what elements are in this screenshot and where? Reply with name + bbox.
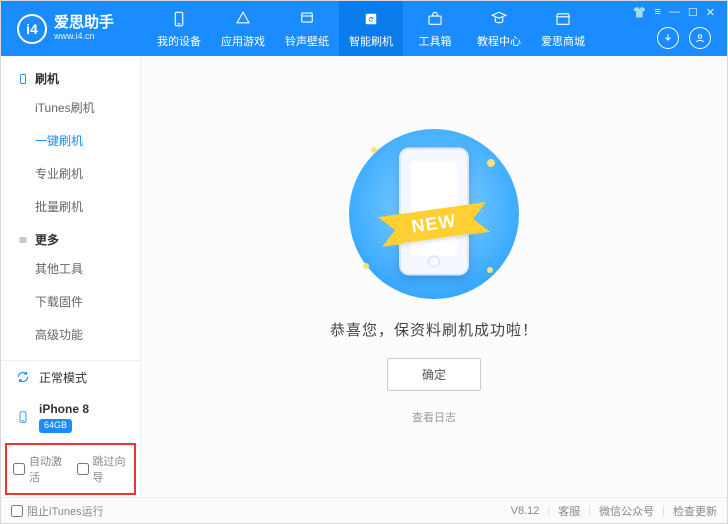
close-icon[interactable]: ✕ <box>706 6 715 19</box>
nav-my-device[interactable]: 我的设备 <box>147 1 211 56</box>
sidebar-section-more: 更多 <box>1 223 140 252</box>
phone-icon <box>170 9 188 29</box>
toolbox-icon <box>426 9 444 29</box>
success-illustration: NEW <box>349 129 519 299</box>
sidebar-item-batch[interactable]: 批量刷机 <box>1 190 140 223</box>
download-icon[interactable] <box>657 27 679 49</box>
sidebar-item-oneclick[interactable]: 一键刷机 <box>1 124 140 157</box>
app-header: i4 爱思助手 www.i4.cn 我的设备 应用游戏 铃声壁纸 智能刷机 工具… <box>1 1 727 56</box>
sidebar: 刷机 iTunes刷机 一键刷机 专业刷机 批量刷机 更多 其他工具 下载固件 … <box>1 56 141 497</box>
refresh-icon <box>15 369 31 385</box>
brand-url: www.i4.cn <box>54 32 114 42</box>
nav-tutorials[interactable]: 教程中心 <box>467 1 531 56</box>
logo: i4 爱思助手 www.i4.cn <box>7 14 147 44</box>
mode-status[interactable]: 正常模式 <box>1 361 140 394</box>
top-nav: 我的设备 应用游戏 铃声壁纸 智能刷机 工具箱 教程中心 爱思商城 <box>147 1 627 56</box>
version-label: V8.12 <box>511 505 540 517</box>
sidebar-item-other[interactable]: 其他工具 <box>1 252 140 285</box>
auto-activate-checkbox[interactable]: 自动激活 <box>13 453 65 485</box>
device-name: iPhone 8 <box>39 402 89 418</box>
logo-mark: i4 <box>17 14 47 44</box>
nav-tools[interactable]: 工具箱 <box>403 1 467 56</box>
nav-apps[interactable]: 应用游戏 <box>211 1 275 56</box>
refresh-icon <box>362 9 380 29</box>
sidebar-item-download[interactable]: 下载固件 <box>1 285 140 318</box>
music-icon <box>298 9 316 29</box>
block-itunes-checkbox[interactable]: 阻止iTunes运行 <box>11 503 104 519</box>
brand-name: 爱思助手 <box>54 15 114 32</box>
footer-link-support[interactable]: 客服 <box>558 503 580 519</box>
user-icon[interactable] <box>689 27 711 49</box>
nav-store[interactable]: 爱思商城 <box>531 1 595 56</box>
main-content: NEW 恭喜您，保资料刷机成功啦！ 确定 查看日志 <box>141 56 727 497</box>
sidebar-item-pro[interactable]: 专业刷机 <box>1 157 140 190</box>
sidebar-item-advanced[interactable]: 高级功能 <box>1 318 140 351</box>
nav-flash[interactable]: 智能刷机 <box>339 1 403 56</box>
menu-icon[interactable]: ≡ <box>654 6 660 18</box>
window-controls: 👕 ≡ — ☐ ✕ <box>627 1 721 56</box>
storage-badge: 64GB <box>39 419 72 433</box>
device-status[interactable]: iPhone 8 64GB <box>1 394 140 441</box>
sidebar-item-itunes[interactable]: iTunes刷机 <box>1 91 140 124</box>
footer: 阻止iTunes运行 V8.12 | 客服 | 微信公众号 | 检查更新 <box>1 497 727 523</box>
ok-button[interactable]: 确定 <box>387 358 481 391</box>
skip-guide-checkbox[interactable]: 跳过向导 <box>77 453 129 485</box>
maximize-icon[interactable]: ☐ <box>688 6 698 19</box>
store-icon <box>554 9 572 29</box>
nav-ringtones[interactable]: 铃声壁纸 <box>275 1 339 56</box>
book-icon <box>490 9 508 29</box>
phone-icon <box>15 409 31 425</box>
footer-link-update[interactable]: 检查更新 <box>673 503 717 519</box>
tshirt-icon[interactable]: 👕 <box>633 6 647 19</box>
success-message: 恭喜您，保资料刷机成功啦！ <box>330 319 538 340</box>
sidebar-section-flash: 刷机 <box>1 62 140 91</box>
options-highlight-box: 自动激活 跳过向导 <box>5 443 136 495</box>
view-log-link[interactable]: 查看日志 <box>412 409 456 425</box>
footer-link-wechat[interactable]: 微信公众号 <box>599 503 654 519</box>
apps-icon <box>234 9 252 29</box>
minimize-icon[interactable]: — <box>669 6 680 18</box>
